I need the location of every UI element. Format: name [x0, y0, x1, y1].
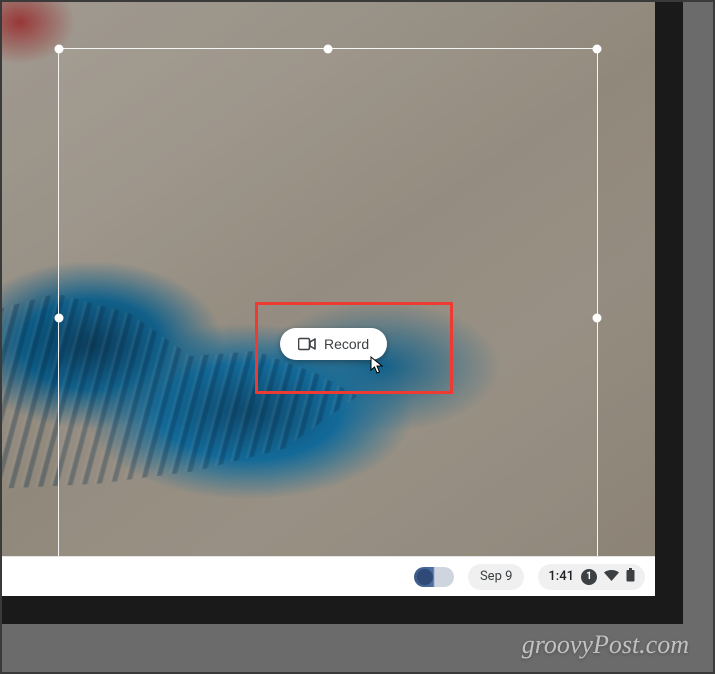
shelf-taskbar: Sep 9 1:41 1	[0, 556, 655, 596]
time-text: 1:41	[548, 569, 574, 584]
notification-badge: 1	[581, 569, 597, 585]
record-button[interactable]: Record	[280, 328, 387, 360]
desktop-background	[0, 0, 655, 556]
monitor-bezel: Record Sep 9 1:41 1	[0, 0, 683, 624]
capture-mode-toggle[interactable]	[414, 567, 454, 587]
wifi-icon	[604, 567, 619, 586]
screen-area: Record Sep 9 1:41 1	[0, 0, 655, 596]
record-button-label: Record	[324, 336, 369, 352]
camera-icon	[298, 337, 316, 351]
watermark-text: groovyPost.com	[522, 630, 689, 660]
date-text: Sep 9	[480, 569, 512, 584]
status-tray[interactable]: 1:41 1	[538, 564, 645, 590]
battery-icon	[626, 567, 635, 586]
status-date[interactable]: Sep 9	[468, 564, 524, 590]
